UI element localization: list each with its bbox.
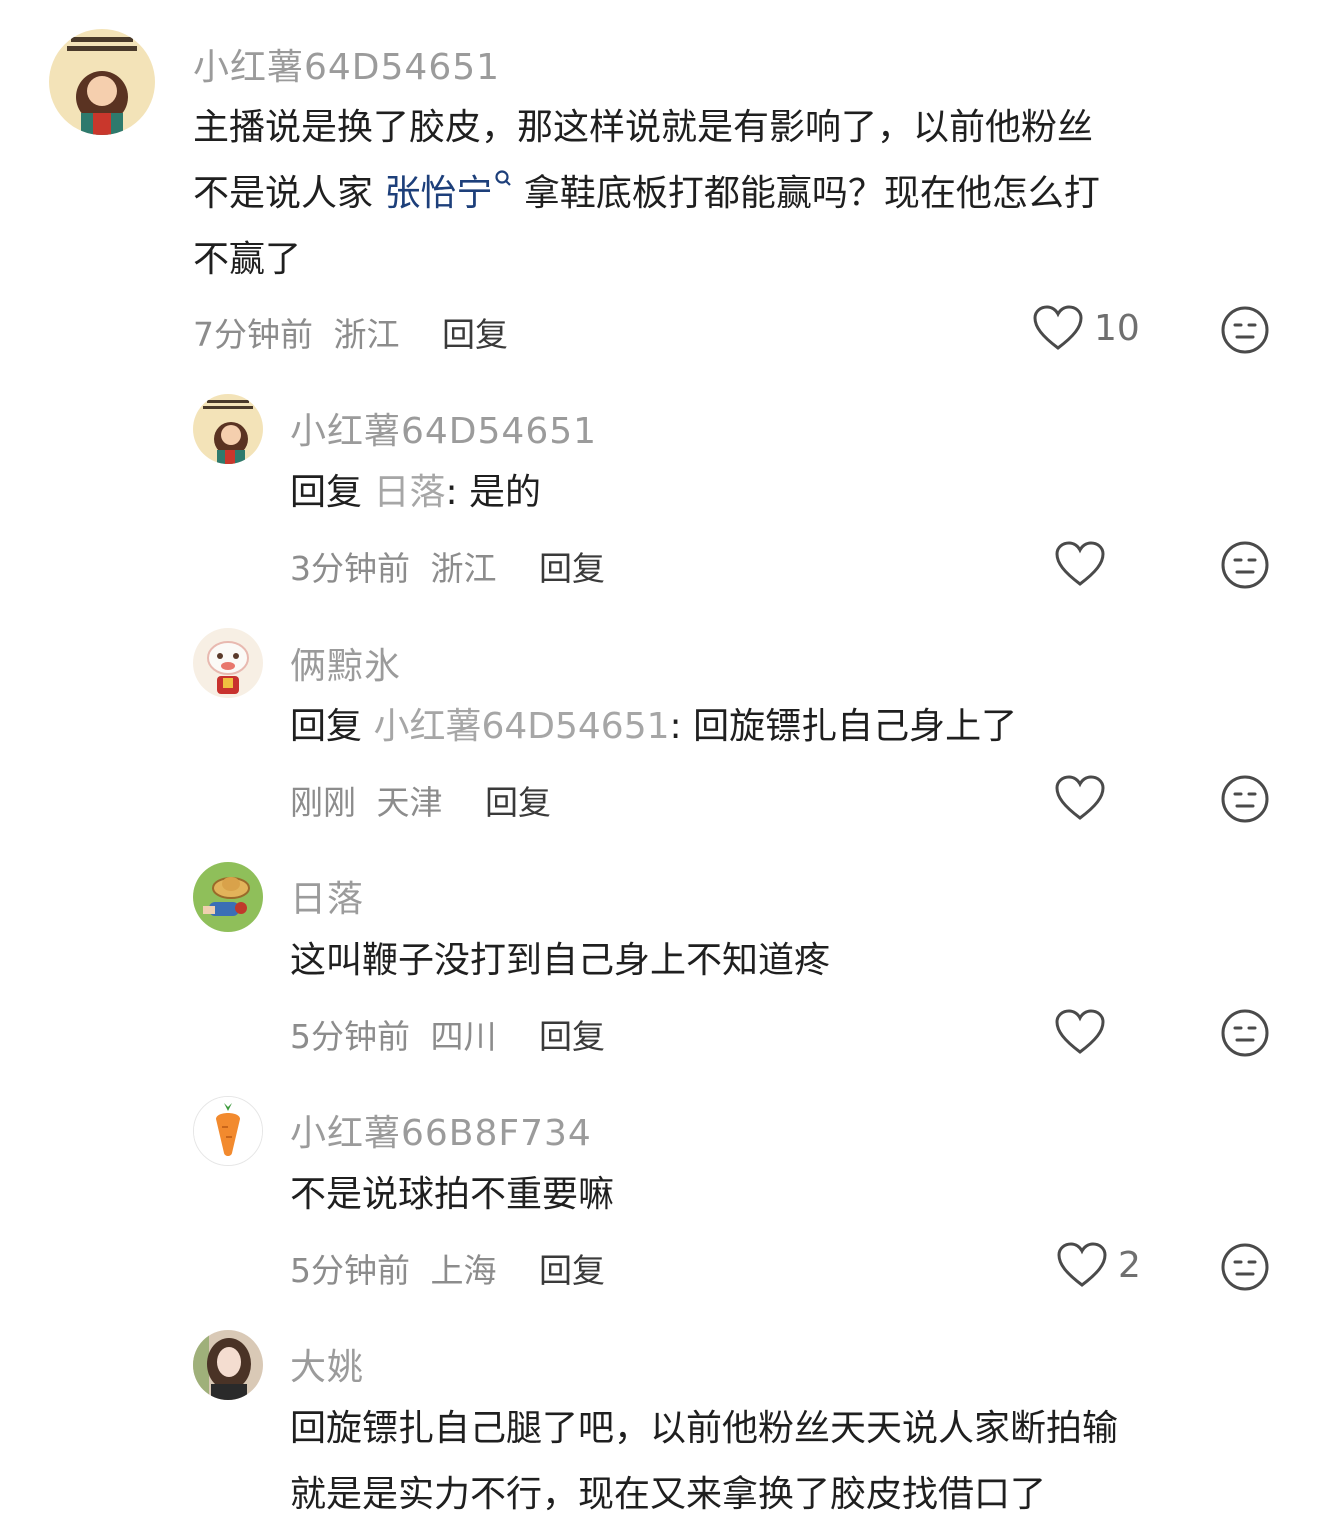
like-button[interactable] [1054, 774, 1106, 822]
comment-fragment: 不是说人家 [193, 173, 385, 214]
location: 上海 [430, 1251, 497, 1290]
like-button[interactable]: 2 [1056, 1241, 1141, 1289]
avatar[interactable] [193, 628, 263, 698]
heart-icon [1055, 1009, 1105, 1054]
location: 四川 [430, 1017, 497, 1056]
neutral-face-icon [1221, 775, 1269, 823]
heart-icon [1057, 1242, 1107, 1287]
comment-meta: 5分钟前 上海 回复 [290, 1244, 605, 1292]
emoji-react-button[interactable] [1220, 1242, 1270, 1296]
neutral-face-icon [1221, 306, 1269, 354]
mention-link[interactable]: 张怡宁 [384, 170, 512, 214]
reply-button[interactable]: 回复 [539, 1017, 605, 1056]
timestamp: 5分钟前 [290, 1017, 410, 1056]
straw-hat-avatar [193, 862, 263, 932]
comment-username[interactable]: 日落 [290, 870, 364, 922]
like-count: 10 [1094, 307, 1140, 349]
reply-button[interactable]: 回复 [539, 1251, 605, 1290]
comment-username[interactable]: 俩黥氷 [290, 637, 401, 689]
like-button[interactable] [1054, 1008, 1106, 1056]
emoji-react-button[interactable] [1220, 540, 1270, 594]
emoji-react-button[interactable] [1220, 1008, 1270, 1062]
photo-girl-avatar [193, 1330, 263, 1400]
comment-text: 主播说是换了胶皮，那这样说就是有影响了，以前他粉丝 不是说人家 张怡宁 拿鞋底板… [193, 95, 1100, 293]
cartoon-girl-avatar [193, 394, 263, 464]
timestamp: 5分钟前 [290, 1251, 410, 1290]
avatar[interactable] [193, 1330, 263, 1400]
location: 天津 [376, 783, 443, 822]
comment-username[interactable]: 小红薯64D54651 [290, 402, 597, 454]
heart-icon [1055, 541, 1105, 586]
comment-line: 不是说人家 张怡宁 拿鞋底板打都能赢吗？现在他怎么打 [193, 161, 1100, 227]
neutral-face-icon [1221, 541, 1269, 589]
neutral-face-icon [1221, 1009, 1269, 1057]
avatar[interactable] [193, 862, 263, 932]
neutral-face-icon [1221, 1243, 1269, 1291]
comment-username[interactable]: 大姚 [290, 1338, 364, 1390]
comment-text: 这叫鞭子没打到自己身上不知道疼 [290, 940, 831, 981]
timestamp: 7分钟前 [193, 315, 313, 354]
like-button[interactable] [1054, 540, 1106, 588]
comment-line: 就是是实力不行，现在又来拿换了胶皮找借口了 [290, 1474, 1047, 1515]
reply-to-user[interactable]: 日落 [373, 472, 445, 513]
comment-meta: 3分钟前 浙江 回复 [290, 542, 605, 590]
comment-text: 不是说球拍不重要嘛 [290, 1174, 615, 1215]
comment-text: 回旋镖扎自己腿了吧，以前他粉丝天天说人家断拍输 就是是实力不行，现在又来拿换了胶… [290, 1396, 1118, 1528]
lion-dance-avatar [193, 628, 263, 698]
reply-button[interactable]: 回复 [539, 549, 605, 588]
reply-prefix: 回复 [290, 472, 374, 513]
heart-icon [1055, 775, 1105, 820]
timestamp: 刚刚 [290, 783, 356, 822]
avatar[interactable] [193, 394, 263, 464]
timestamp: 3分钟前 [290, 549, 410, 588]
comment-line: 主播说是换了胶皮，那这样说就是有影响了，以前他粉丝 [193, 107, 1094, 148]
comment-meta: 5分钟前 四川 回复 [290, 1010, 605, 1058]
mention-text: 张怡宁 [384, 173, 493, 214]
comment-fragment: 拿鞋底板打都能赢吗？现在他怎么打 [523, 173, 1100, 214]
comment-username[interactable]: 小红薯64D54651 [193, 38, 500, 90]
reply-text: : 是的 [445, 472, 542, 513]
like-count: 2 [1118, 1244, 1141, 1286]
emoji-react-button[interactable] [1220, 774, 1270, 828]
reply-text: : 回旋镖扎自己身上了 [669, 706, 1018, 747]
comment-text: 回复 小红薯64D54651: 回旋镖扎自己身上了 [290, 694, 1017, 760]
search-icon [495, 170, 512, 186]
avatar[interactable] [49, 29, 155, 135]
comment-line: 不赢了 [193, 239, 302, 280]
comment-username[interactable]: 小红薯66B8F734 [290, 1104, 592, 1156]
comment-meta: 刚刚 天津 回复 [290, 776, 551, 824]
location: 浙江 [333, 315, 400, 354]
location: 浙江 [430, 549, 497, 588]
reply-to-user[interactable]: 小红薯64D54651 [373, 706, 669, 747]
carrot-avatar [194, 1097, 262, 1165]
comment-text: 回复 日落: 是的 [290, 460, 541, 526]
heart-icon [1033, 305, 1083, 350]
emoji-react-button[interactable] [1220, 305, 1270, 359]
reply-prefix: 回复 [290, 706, 374, 747]
comment-meta: 7分钟前 浙江 回复 [193, 308, 508, 356]
like-button[interactable]: 10 [1032, 304, 1140, 352]
avatar[interactable] [193, 1096, 263, 1166]
comment-line: 回旋镖扎自己腿了吧，以前他粉丝天天说人家断拍输 [290, 1408, 1119, 1449]
reply-button[interactable]: 回复 [442, 315, 508, 354]
cartoon-girl-avatar [49, 29, 155, 135]
reply-button[interactable]: 回复 [485, 783, 551, 822]
